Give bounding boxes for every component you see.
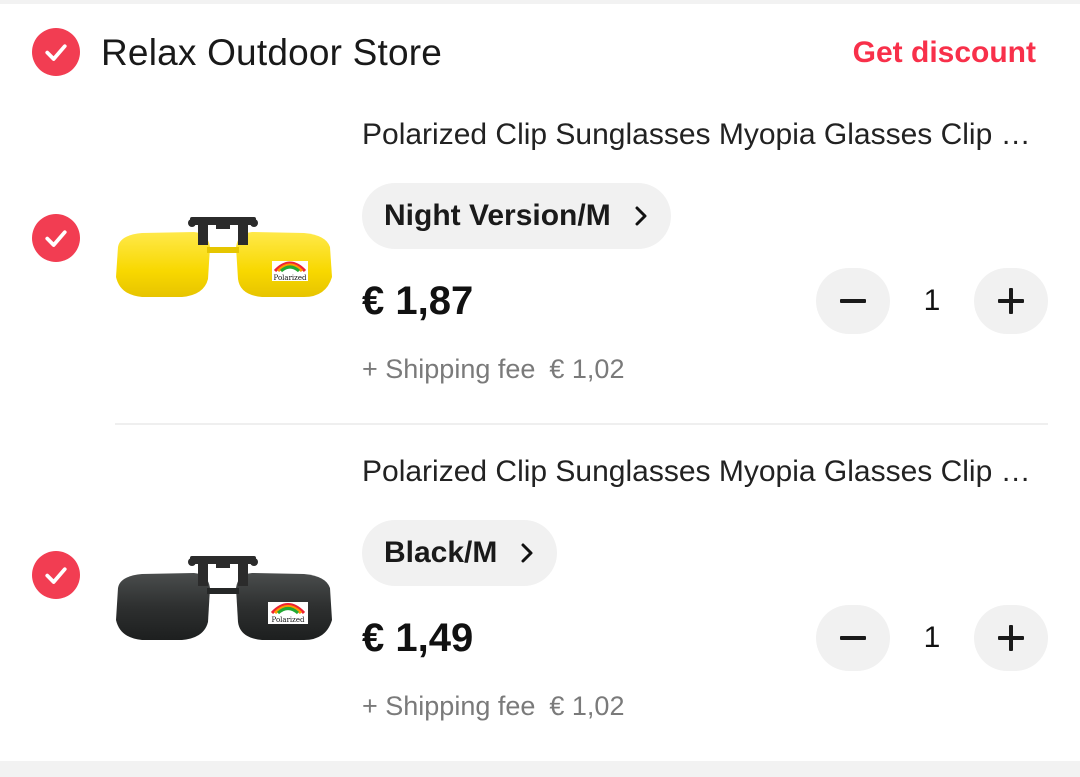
item-select-checkbox[interactable] [32,214,80,262]
svg-text:Polarized: Polarized [272,616,305,624]
shipping-label: + Shipping fee [362,354,536,384]
shipping-label: + Shipping fee [362,691,536,721]
decrease-quantity-button[interactable] [816,605,890,671]
store-select-checkbox[interactable] [32,28,80,76]
quantity-stepper: 1 [816,605,1048,671]
black-clip-sunglasses-image: Polarized [116,556,332,640]
chevron-right-icon [635,206,647,226]
variant-label: Night Version/M [384,199,611,232]
yellow-clip-sunglasses-image: Polarized [116,217,332,297]
check-icon [45,230,67,247]
svg-text:Polarized: Polarized [274,274,307,282]
store-cart-card: Relax Outdoor Store Get discount Polariz… [0,4,1080,761]
get-discount-link[interactable]: Get discount [853,36,1036,70]
variant-selector[interactable]: Night Version/M [362,183,671,249]
product-title[interactable]: Polarized Clip Sunglasses Myopia Glasses… [362,118,1037,152]
quantity-stepper: 1 [816,268,1048,334]
shipping-fee: € 1,02 [549,354,625,384]
increase-quantity-button[interactable] [974,605,1048,671]
minus-icon [840,636,866,640]
product-image[interactable]: Polarized [112,519,334,699]
item-divider [115,423,1048,425]
variant-label: Black/M [384,536,498,569]
check-icon [45,567,67,584]
product-price: € 1,49 [362,616,474,660]
increase-quantity-button[interactable] [974,268,1048,334]
shipping-info: + Shipping fee € 1,02 [362,691,624,722]
store-name[interactable]: Relax Outdoor Store [101,32,442,74]
check-icon [45,44,67,61]
product-price: € 1,87 [362,279,474,323]
cart-item: Polarized Polarized Clip Sunglasses Myop… [0,104,1080,440]
plus-icon [998,625,1024,651]
plus-icon [998,288,1024,314]
quantity-value[interactable]: 1 [890,605,974,671]
shipping-fee: € 1,02 [549,691,625,721]
product-image[interactable]: Polarized [112,182,334,362]
decrease-quantity-button[interactable] [816,268,890,334]
chevron-right-icon [521,543,533,563]
item-select-checkbox[interactable] [32,551,80,599]
shipping-info: + Shipping fee € 1,02 [362,354,624,385]
product-title[interactable]: Polarized Clip Sunglasses Myopia Glasses… [362,455,1037,489]
quantity-value[interactable]: 1 [890,268,974,334]
variant-selector[interactable]: Black/M [362,520,558,586]
cart-item: Polarized Polarized Clip Sunglasses Myop… [0,441,1080,777]
minus-icon [840,299,866,303]
